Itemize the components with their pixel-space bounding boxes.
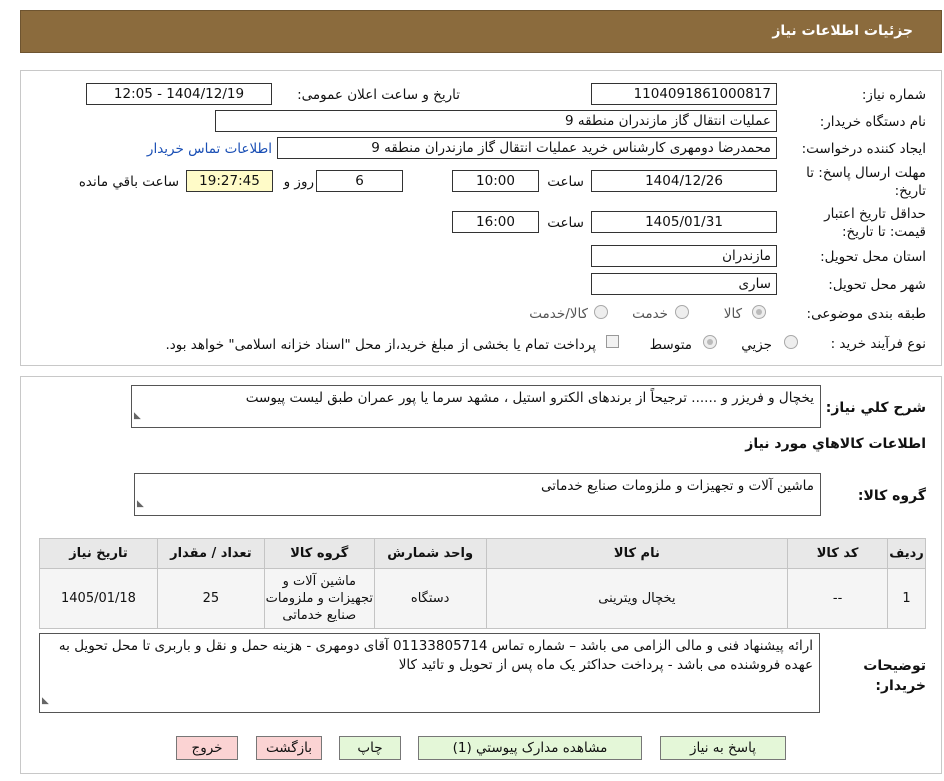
col-unit: واحد شمارش xyxy=(373,538,487,569)
days-label: روز و xyxy=(283,174,314,190)
reply-button[interactable]: پاسخ به نياز xyxy=(660,736,786,760)
goods-group-label: گروه کالا: xyxy=(857,488,926,504)
process-radio-medium[interactable] xyxy=(703,335,717,349)
validity-time-field: 16:00 xyxy=(452,211,539,233)
page-header: جزئیات اطلاعات نیاز xyxy=(20,10,942,53)
process-option-medium: متوسط xyxy=(649,337,692,353)
col-quantity: تعداد / مقدار xyxy=(156,538,265,569)
cell-quantity: 25 xyxy=(156,568,265,629)
deadline-date-field: 1404/12/26 xyxy=(591,170,777,192)
table-header-row: رديف کد کالا نام کالا واحد شمارش گروه کا… xyxy=(39,538,926,569)
province-field: مازندران xyxy=(591,245,777,267)
process-label: نوع فرآیند خرید : xyxy=(830,336,926,352)
remaining-time-field: 19:27:45 xyxy=(186,170,273,192)
goods-section-title: اطلاعات كالاهاي مورد نياز xyxy=(745,436,926,452)
deadline-label: مهلت ارسال پاسخ: تا تاریخ: xyxy=(806,165,926,199)
announce-field: 1404/12/19 - 12:05 xyxy=(86,83,272,105)
resize-grip-icon[interactable]: ◢ xyxy=(134,407,141,426)
need-number-field: 1104091861000817 xyxy=(591,83,777,105)
description-text: یخچال و فریزر و ...... ترجیحاً از برندها… xyxy=(245,390,814,406)
city-label: شهر محل تحویل: xyxy=(828,277,926,293)
validity-date-field: 1405/01/31 xyxy=(591,211,777,233)
announce-label: تاریخ و ساعت اعلان عمومی: xyxy=(297,87,460,103)
deadline-time-label: ساعت xyxy=(547,174,584,190)
cell-unit: دستگاه xyxy=(373,568,487,629)
treasury-checkbox[interactable] xyxy=(606,335,619,348)
buyer-notes-textarea[interactable]: ارائه پیشنهاد فنی و مالی الزامی می باشد … xyxy=(39,633,820,713)
buyer-org-field: عملیات انتقال گاز مازندران منطقه 9 xyxy=(215,110,777,132)
goods-group-text: ماشین آلات و تجهیزات و ملزومات صنایع خدم… xyxy=(540,478,814,494)
exit-button[interactable]: خروج xyxy=(176,736,238,760)
category-radio-service[interactable] xyxy=(675,305,689,319)
buyer-org-label: نام دستگاه خریدار: xyxy=(819,114,926,130)
city-field: ساری xyxy=(591,273,777,295)
col-need-date: تاريخ نياز xyxy=(39,538,158,569)
category-option-goods: کالا xyxy=(723,306,742,322)
category-radio-both[interactable] xyxy=(594,305,608,319)
goods-table: رديف کد کالا نام کالا واحد شمارش گروه کا… xyxy=(39,538,926,629)
view-attachments-button[interactable]: مشاهده مدارک پيوستي (1) xyxy=(418,736,642,760)
validity-label: حداقل تاریخ اعتبار قیمت: تا تاریخ: xyxy=(824,206,926,240)
requester-label: ایجاد کننده درخواست: xyxy=(801,141,926,157)
remaining-label: ساعت باقي مانده xyxy=(78,174,179,190)
buyer-notes-text: ارائه پیشنهاد فنی و مالی الزامی می باشد … xyxy=(58,638,813,673)
col-row-number: رديف xyxy=(887,538,926,569)
process-radio-minor[interactable] xyxy=(784,335,798,349)
description-textarea[interactable]: یخچال و فریزر و ...... ترجیحاً از برندها… xyxy=(131,385,821,428)
col-item-code: کد کالا xyxy=(787,538,889,569)
cell-item-code: -- xyxy=(787,568,889,629)
goods-group-textarea[interactable]: ماشین آلات و تجهیزات و ملزومات صنایع خدم… xyxy=(134,473,821,516)
page-title: جزئیات اطلاعات نیاز xyxy=(772,23,913,39)
cell-need-date: 1405/01/18 xyxy=(39,568,158,629)
col-item-group: گروه کالا xyxy=(263,538,375,569)
resize-grip-icon[interactable]: ◢ xyxy=(137,495,144,514)
need-number-label: شماره نیاز: xyxy=(861,87,926,103)
deadline-time-field: 10:00 xyxy=(452,170,539,192)
back-button[interactable]: بازگشت xyxy=(256,736,322,760)
table-row: 1 -- یخچال ویترینی دستگاه ماشین آلات و ت… xyxy=(39,568,926,629)
buyer-notes-label: توضيحات خريدار: xyxy=(863,658,926,694)
validity-time-label: ساعت xyxy=(547,215,584,231)
days-field: 6 xyxy=(316,170,403,192)
category-option-service: خدمت xyxy=(632,306,668,322)
category-label: طبقه بندی موضوعی: xyxy=(806,306,926,322)
province-label: استان محل تحویل: xyxy=(820,249,926,265)
cell-item-name: یخچال ویترینی xyxy=(485,568,789,629)
resize-grip-icon[interactable]: ◢ xyxy=(42,692,49,711)
payment-note: پرداخت تمام یا بخشی از مبلغ خرید،از محل … xyxy=(165,337,596,353)
cell-item-group: ماشین آلات و تجهیزات و ملزومات صنایع خدم… xyxy=(263,568,375,629)
category-option-both: کالا/خدمت xyxy=(529,306,588,322)
cell-row-number: 1 xyxy=(887,568,926,629)
contact-info-link[interactable]: اطلاعات تماس خریدار xyxy=(147,141,272,157)
category-radio-goods[interactable] xyxy=(752,305,766,319)
print-button[interactable]: چاپ xyxy=(339,736,401,760)
process-option-minor: جزیي xyxy=(741,337,772,353)
description-label: شرح كلي نياز: xyxy=(825,400,926,416)
requester-field: محمدرضا دومهری کارشناس خرید عملیات انتقا… xyxy=(277,137,777,159)
col-item-name: نام کالا xyxy=(485,538,789,569)
